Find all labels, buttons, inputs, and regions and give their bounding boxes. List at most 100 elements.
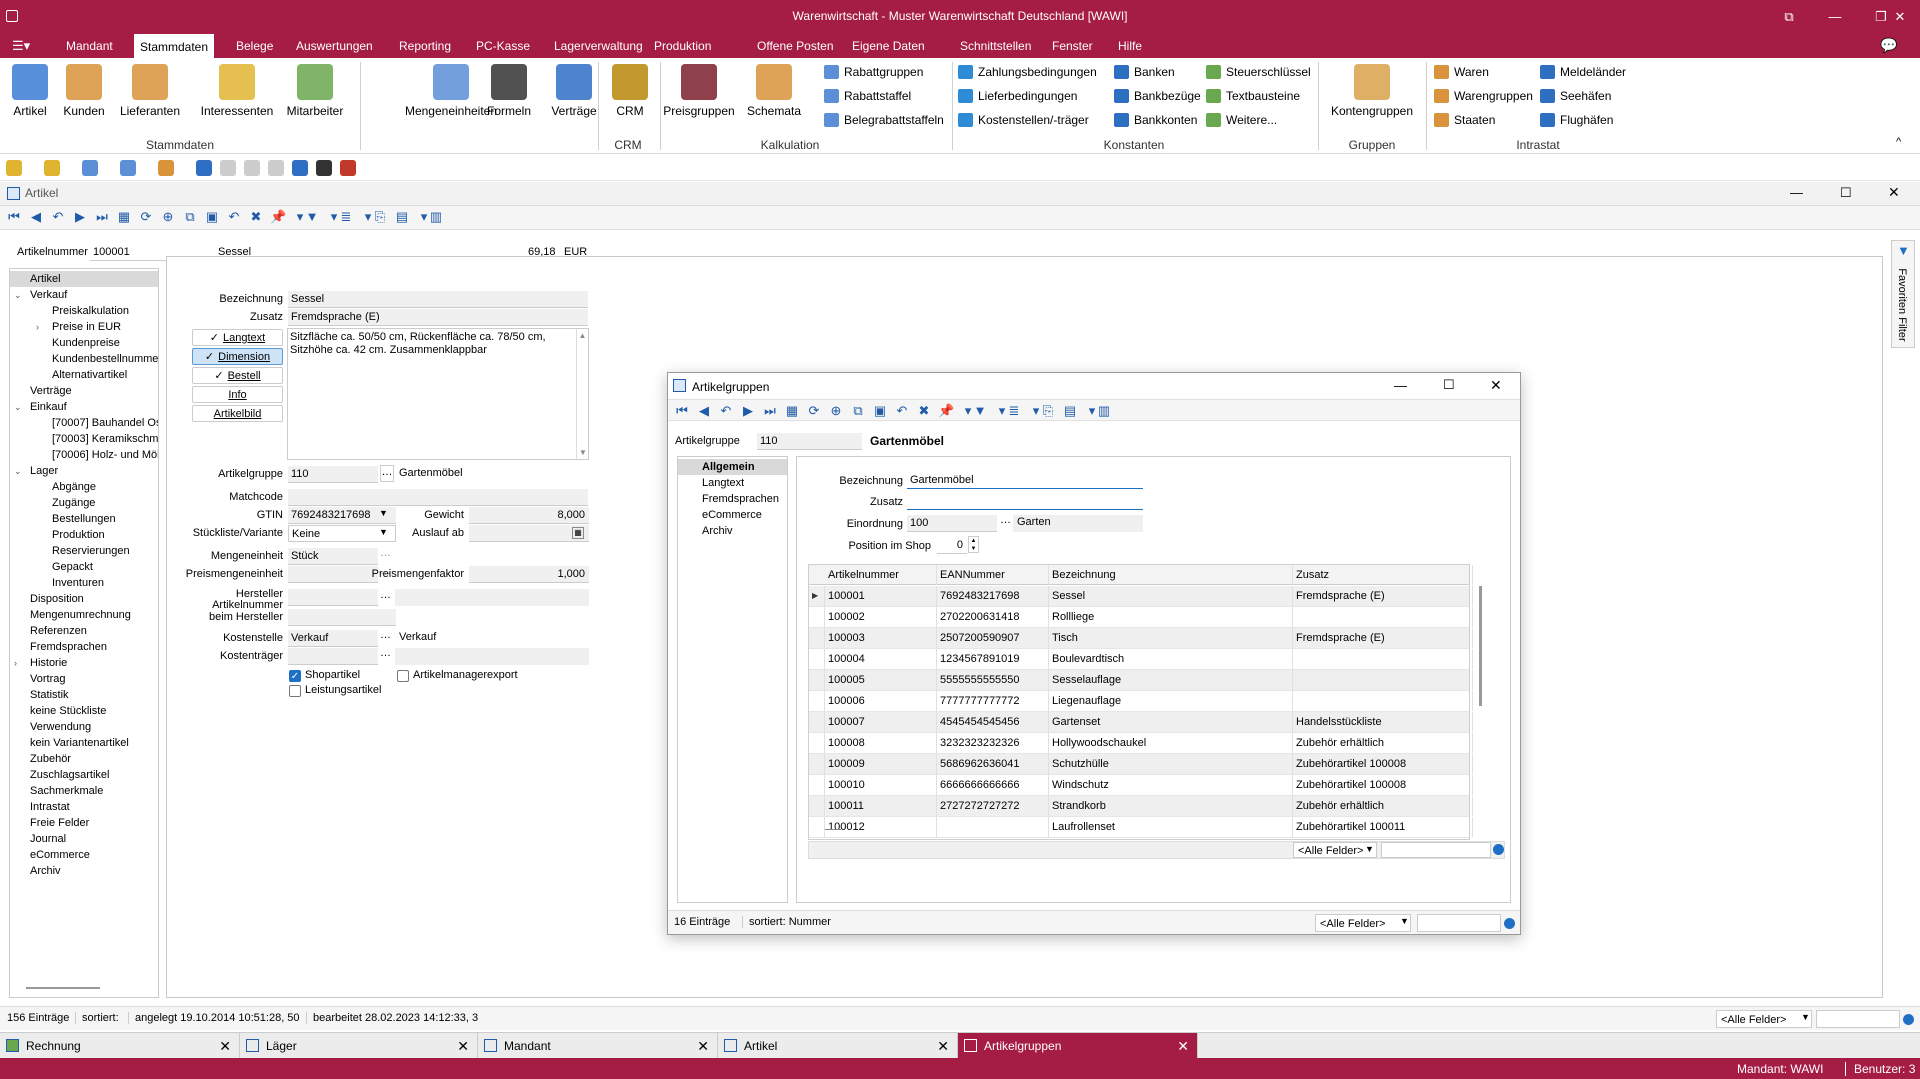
tree-item-32[interactable]: Sachmerkmale: [30, 783, 103, 799]
task-0-close-icon[interactable]: ✕: [219, 1033, 231, 1059]
tree-expander-24[interactable]: ›: [14, 655, 17, 671]
dlg-position-spinner[interactable]: ▲ ▼: [968, 536, 979, 553]
quick-icon-3[interactable]: [120, 160, 136, 176]
menu-12[interactable]: Hilfe: [1112, 33, 1148, 58]
main-tool-2[interactable]: ↶: [50, 209, 66, 225]
task-2-close-icon[interactable]: ✕: [697, 1033, 709, 1059]
tree-item-18[interactable]: Gepackt: [52, 559, 93, 575]
dialog-nav-4[interactable]: Archiv: [702, 523, 733, 539]
dialog-nav-2[interactable]: Fremdsprachen: [702, 491, 779, 507]
dialog-tool-12[interactable]: 📌: [938, 403, 954, 419]
tree-expander-8[interactable]: ⌄: [14, 399, 22, 415]
tree-expander-12[interactable]: ⌄: [14, 463, 22, 479]
tree-item-8[interactable]: Einkauf: [30, 399, 67, 415]
ribbon-11-button[interactable]: Kontengruppen: [1330, 64, 1414, 118]
grid-filter-dropdown-icon[interactable]: ▼: [1365, 844, 1374, 854]
dialog-filter-search-icon[interactable]: [1504, 918, 1515, 929]
menu-2[interactable]: Belege: [230, 33, 279, 58]
menu-1[interactable]: Stammdaten: [134, 34, 215, 58]
table-row[interactable]: 100010 6666666666666 Windschutz Zubehörarti…: [809, 775, 1473, 796]
menu-5[interactable]: PC-Kasse: [470, 33, 536, 58]
task-4-close-icon[interactable]: ✕: [1177, 1033, 1189, 1059]
status-filter-select[interactable]: <Alle Felder>: [1716, 1010, 1812, 1028]
dialog-nav-3[interactable]: eCommerce: [702, 507, 762, 523]
main-tool-0[interactable]: ⏮: [6, 209, 22, 225]
table-row[interactable]: 100005 5555555555550 Sesselauflage: [809, 670, 1473, 691]
table-row[interactable]: 100008 3232323232326 Hollywoodschaukel Zube…: [809, 733, 1473, 754]
kostentraeger-lookup-button[interactable]: …: [380, 647, 391, 659]
ribbon-kalk-2[interactable]: Belegrabattstaffeln: [824, 110, 944, 130]
main-tool-6[interactable]: ⟳: [138, 209, 154, 225]
kostentraeger-field[interactable]: [288, 648, 378, 665]
table-row[interactable]: 100003 2507200590907 Tisch Fremdsprache (E): [809, 628, 1473, 649]
dlg-einordnung-lookup-button[interactable]: …: [1000, 514, 1011, 526]
menu-7[interactable]: Produktion: [648, 33, 717, 58]
quick-icon-2[interactable]: [82, 160, 98, 176]
tree-item-10[interactable]: [70003] Keramikschmiede: [52, 431, 158, 447]
tree-item-26[interactable]: Statistik: [30, 687, 69, 703]
dialog-tool-11[interactable]: ✖: [916, 403, 932, 419]
grid-scrollbar[interactable]: [1479, 586, 1482, 706]
mengeneinheit-lookup-button[interactable]: …: [380, 547, 391, 559]
main-tool-9[interactable]: ▣: [204, 209, 220, 225]
dialog-tool-7[interactable]: ⊕: [828, 403, 844, 419]
dialog-nav-0[interactable]: Allgemein: [678, 459, 787, 475]
ribbon-intra1-2[interactable]: Staaten: [1434, 110, 1495, 130]
grid-col-3[interactable]: Zusatz: [1293, 565, 1473, 585]
menu-4[interactable]: Reporting: [393, 33, 457, 58]
bezeichnung-field[interactable]: Sessel: [288, 291, 588, 308]
main-tool-14[interactable]: ▼: [304, 209, 320, 225]
tree-item-2[interactable]: Preiskalkulation: [52, 303, 129, 319]
artikelmanagerexport-checkbox[interactable]: [397, 670, 409, 682]
quick-icon-0[interactable]: [6, 160, 22, 176]
tree-item-35[interactable]: Journal: [30, 831, 66, 847]
tree-item-13[interactable]: Abgänge: [52, 479, 96, 495]
quick-icon-6[interactable]: [220, 160, 236, 176]
tree-item-29[interactable]: kein Variantenartikel: [30, 735, 129, 751]
dialog-tool-10[interactable]: ↶: [894, 403, 910, 419]
task-4[interactable]: Artikelgruppen ✕: [958, 1033, 1198, 1059]
dialog-tool-2[interactable]: ↶: [718, 403, 734, 419]
tree-item-0[interactable]: Artikel: [10, 271, 158, 287]
tree-item-3[interactable]: Preise in EUR: [52, 319, 121, 335]
tree-item-31[interactable]: Zuschlagsartikel: [30, 767, 109, 783]
quick-icon-7[interactable]: [244, 160, 260, 176]
tree-item-22[interactable]: Referenzen: [30, 623, 87, 639]
dialog-filter-input[interactable]: [1417, 914, 1501, 932]
stueckliste-dropdown-icon[interactable]: ▼: [379, 527, 388, 537]
ribbon-4-button[interactable]: Mitarbeiter: [284, 64, 346, 118]
dialog-maximize-button[interactable]: ☐: [1443, 377, 1455, 393]
table-row[interactable]: 100006 7777777777772 Liegenauflage: [809, 691, 1473, 712]
tree-item-19[interactable]: Inventuren: [52, 575, 104, 591]
tree-item-11[interactable]: [70006] Holz- und Möbel: [52, 447, 158, 463]
form-tab-2[interactable]: ✓ Bestell: [192, 367, 283, 384]
dlg-bezeichnung-field[interactable]: Gartenmöbel: [907, 472, 1143, 489]
menu-9[interactable]: Eigene Daten: [846, 33, 931, 58]
dialog-nav-1[interactable]: Langtext: [702, 475, 744, 491]
main-tool-3[interactable]: ▶: [72, 209, 88, 225]
close-button[interactable]: ✕: [1880, 0, 1920, 33]
form-tab-4[interactable]: Artikelbild: [192, 405, 283, 422]
table-row[interactable]: 100002 2702200631418 Rollliege: [809, 607, 1473, 628]
mengeneinheit-field[interactable]: Stück: [288, 548, 378, 565]
ribbon-6-button[interactable]: Formeln: [486, 64, 532, 118]
ribbon-7-button[interactable]: Verträge: [550, 64, 598, 118]
quick-icon-10[interactable]: [316, 160, 332, 176]
tree-item-12[interactable]: Lager: [30, 463, 58, 479]
ribbon-intra2-2[interactable]: Flughäfen: [1540, 110, 1613, 130]
tree-expander-1[interactable]: ⌄: [14, 287, 22, 303]
quick-icon-11[interactable]: [340, 160, 356, 176]
main-tool-5[interactable]: ▦: [116, 209, 132, 225]
tree-item-20[interactable]: Disposition: [30, 591, 84, 607]
tree-item-1[interactable]: Verkauf: [30, 287, 67, 303]
hersteller-field[interactable]: [288, 589, 378, 606]
ribbon-konst2-1[interactable]: Bankbezüge: [1114, 86, 1201, 106]
dialog-tool-5[interactable]: ▦: [784, 403, 800, 419]
dialog-tool-19[interactable]: ▤: [1062, 403, 1078, 419]
task-3[interactable]: Artikel ✕: [718, 1033, 958, 1059]
menu-8[interactable]: Offene Posten: [751, 33, 840, 58]
main-tool-12[interactable]: 📌: [270, 209, 286, 225]
status-filter-input[interactable]: [1816, 1010, 1900, 1028]
menu-6[interactable]: Lagerverwaltung: [548, 33, 649, 58]
dialog-tool-3[interactable]: ▶: [740, 403, 756, 419]
